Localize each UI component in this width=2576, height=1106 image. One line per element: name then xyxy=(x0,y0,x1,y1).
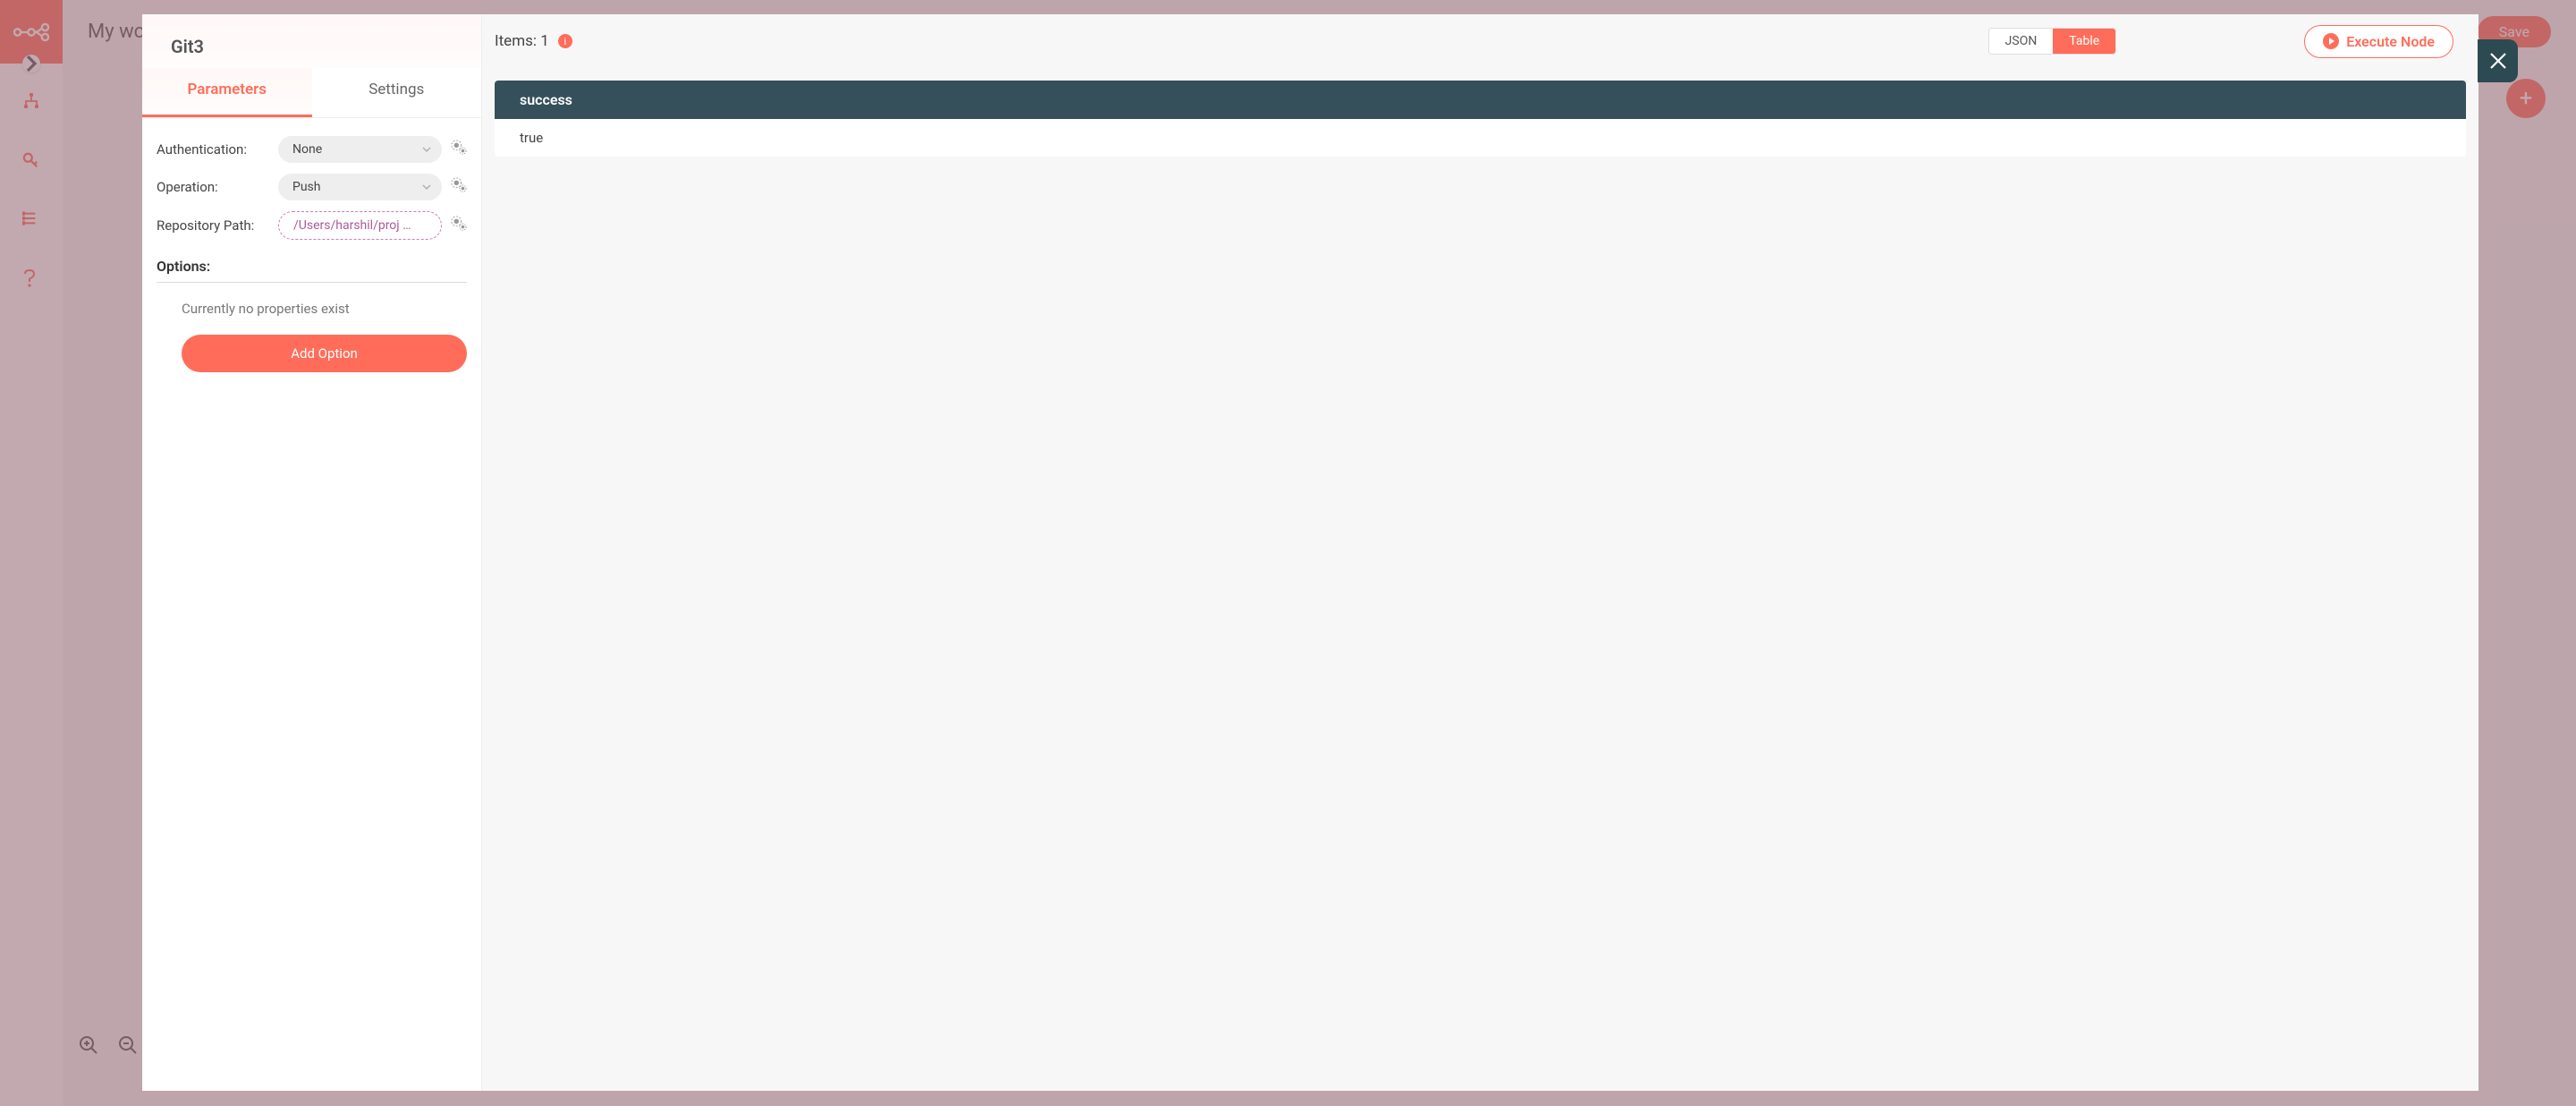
view-toggle: JSON Table xyxy=(1988,28,2117,55)
output-header: Items: 1 i JSON Table Execute Node xyxy=(482,14,2479,68)
param-authentication-select[interactable]: None xyxy=(278,136,442,163)
parameters-form: Authentication: None Operation: Push xyxy=(142,118,481,390)
param-repository-path-row: Repository Path: /Users/harshil/proj … xyxy=(157,211,467,240)
execute-node-button[interactable]: Execute Node xyxy=(2304,25,2453,58)
add-option-button[interactable]: Add Option xyxy=(182,335,467,372)
node-editor-modal: Git3 Parameters Settings Authentication:… xyxy=(142,14,2479,1091)
options-header: Options: xyxy=(157,258,467,283)
chevron-down-icon xyxy=(422,183,431,191)
param-repository-path-value: /Users/harshil/proj … xyxy=(293,218,411,233)
tab-parameters[interactable]: Parameters xyxy=(142,68,312,117)
output-table-row: true xyxy=(495,119,2466,157)
param-repository-path-input[interactable]: /Users/harshil/proj … xyxy=(278,211,442,240)
param-operation-gear-icon[interactable] xyxy=(451,177,467,197)
view-json-button[interactable]: JSON xyxy=(1989,29,2054,54)
param-authentication-label: Authentication: xyxy=(157,141,278,157)
output-table: success true xyxy=(495,81,2466,157)
close-button[interactable] xyxy=(2478,39,2518,82)
param-operation-label: Operation: xyxy=(157,179,278,195)
output-panel: Items: 1 i JSON Table Execute Node succe… xyxy=(482,14,2479,1091)
param-operation-row: Operation: Push xyxy=(157,174,467,200)
parameters-panel: Git3 Parameters Settings Authentication:… xyxy=(142,14,482,1091)
param-repository-path-gear-icon[interactable] xyxy=(451,216,467,235)
param-authentication-row: Authentication: None xyxy=(157,136,467,163)
param-authentication-gear-icon[interactable] xyxy=(451,140,467,159)
items-count: Items: 1 xyxy=(495,32,549,50)
close-icon xyxy=(2488,51,2508,71)
tab-settings[interactable]: Settings xyxy=(312,68,482,117)
output-table-header: success xyxy=(495,81,2466,119)
param-repository-path-label: Repository Path: xyxy=(157,217,278,234)
param-operation-select[interactable]: Push xyxy=(278,174,442,200)
view-table-button[interactable]: Table xyxy=(2053,29,2115,54)
execute-node-label: Execute Node xyxy=(2346,33,2435,50)
info-icon[interactable]: i xyxy=(558,34,572,48)
play-icon xyxy=(2323,33,2339,49)
no-properties-text: Currently no properties exist xyxy=(157,286,467,331)
panel-tabs: Parameters Settings xyxy=(142,68,481,118)
chevron-down-icon xyxy=(422,145,431,154)
param-operation-value: Push xyxy=(292,180,321,194)
node-title: Git3 xyxy=(142,14,481,68)
param-authentication-value: None xyxy=(292,142,322,157)
